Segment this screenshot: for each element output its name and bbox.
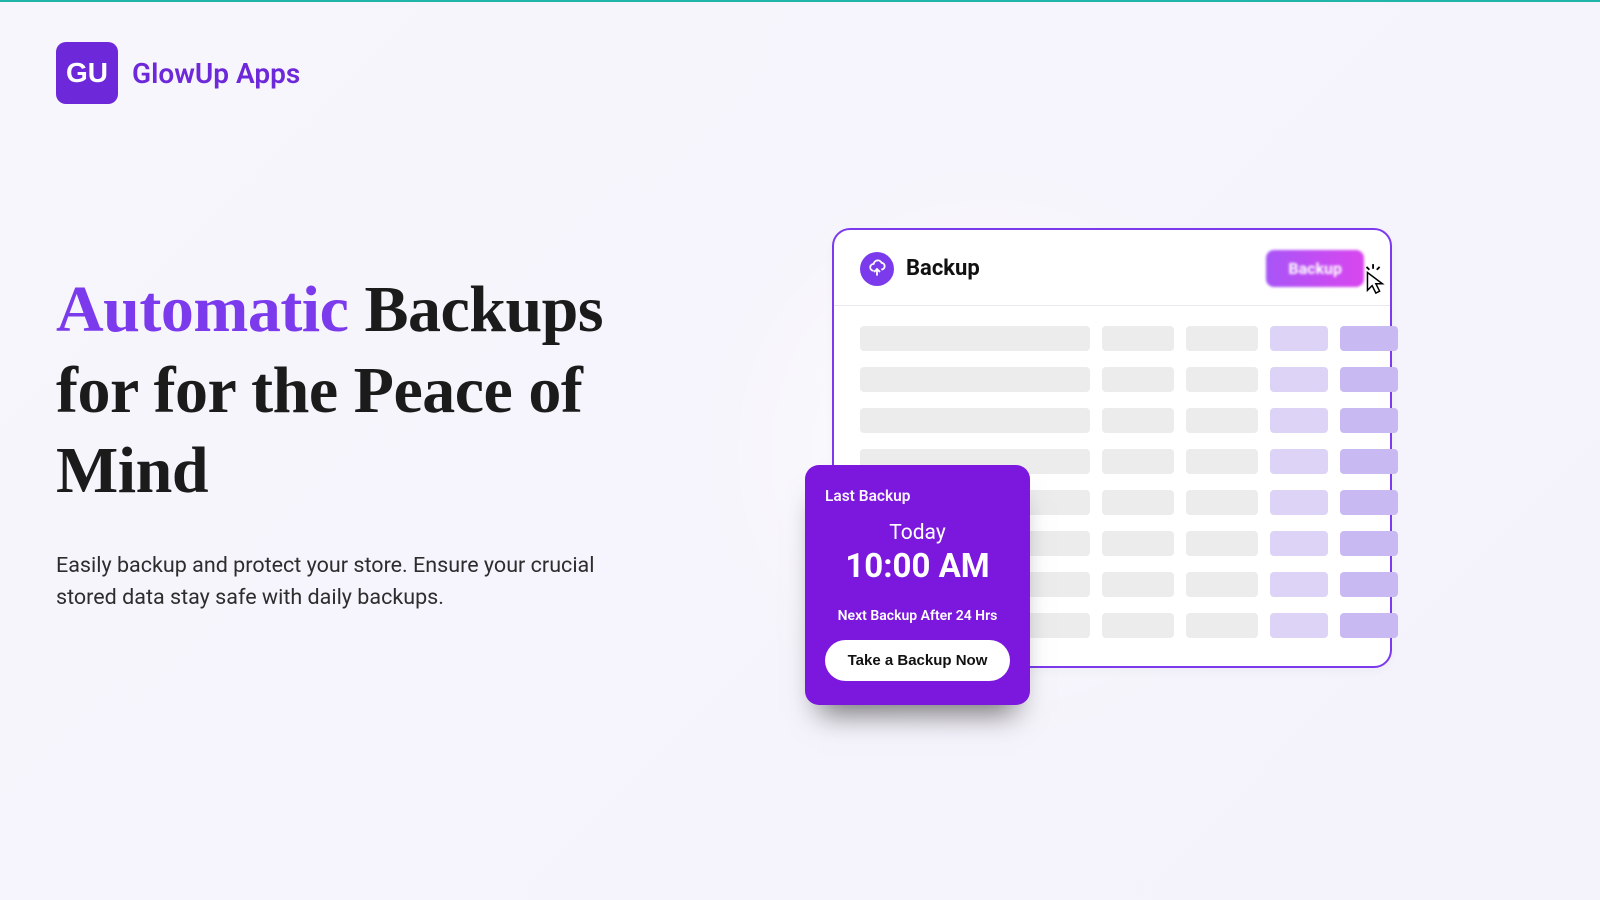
table-row	[860, 408, 1364, 433]
cloud-upload-icon	[860, 252, 894, 286]
backup-button-wrap: Backup	[1266, 250, 1364, 287]
hero-text: Automatic Backups for for the Peace of M…	[56, 270, 676, 614]
hero-rest-line1: Backups	[348, 273, 603, 346]
hero-subtext: Easily backup and protect your store. En…	[56, 550, 596, 615]
backup-panel-title-wrap: Backup	[860, 252, 980, 286]
brand-logo-text: GU	[66, 57, 108, 89]
last-backup-time: 10:00 AM	[825, 547, 1010, 586]
table-row	[860, 326, 1364, 351]
last-backup-card: Last Backup Today 10:00 AM Next Backup A…	[805, 465, 1030, 705]
brand: GU GlowUp Apps	[56, 42, 300, 104]
hero-accent-word: Automatic	[56, 273, 348, 346]
brand-logo-icon: GU	[56, 42, 118, 104]
backup-panel-title: Backup	[906, 256, 980, 281]
take-backup-now-button[interactable]: Take a Backup Now	[825, 640, 1010, 681]
next-backup-text: Next Backup After 24 Hrs	[825, 608, 1010, 624]
backup-button[interactable]: Backup	[1266, 250, 1364, 287]
last-backup-label: Last Backup	[825, 487, 1010, 505]
table-row	[860, 367, 1364, 392]
backup-panel-header: Backup Backup	[834, 230, 1390, 306]
hero-headline: Automatic Backups for for the Peace of M…	[56, 270, 676, 512]
last-backup-day: Today	[825, 521, 1010, 545]
brand-name: GlowUp Apps	[132, 57, 300, 90]
hero-rest-line2: for for the Peace of Mind	[56, 354, 582, 508]
cursor-pointer-icon	[1360, 264, 1388, 296]
